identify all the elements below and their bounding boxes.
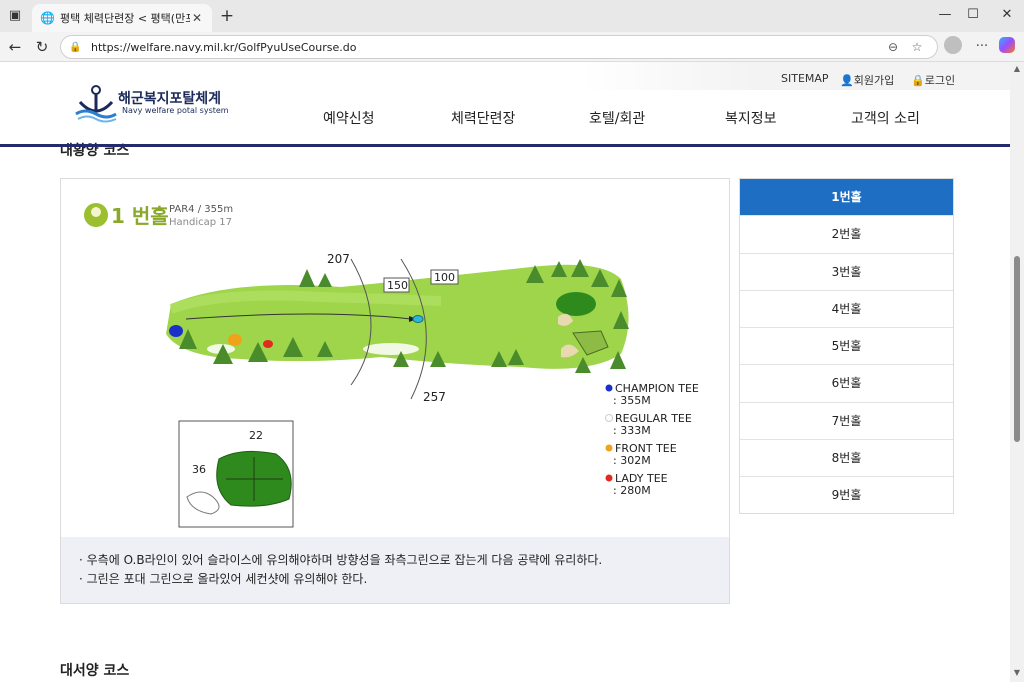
header-divider [0,144,1010,147]
legend-lady-dist: : 280M [613,484,651,497]
legend-front-dist: : 302M [613,454,651,467]
page-scrollbar[interactable]: ▲ ▼ [1010,62,1024,682]
back-icon[interactable]: ← [5,37,25,57]
join-label: 회원가입 [853,74,895,87]
course-map-panel: 1 번홀 PAR4 / 355m Handicap 17 207 257 150… [60,178,730,604]
hole-selector: 1번홀 2번홀 3번홀 4번홀 5번홀 6번홀 7번홀 8번홀 9번홀 [739,178,954,514]
menu-customer-voice[interactable]: 고객의 소리 [851,108,920,128]
distance-207: 207 [327,252,350,266]
sitemap-link[interactable]: SITEMAP [781,72,829,85]
tab-title: 평택 체력단련장 < 평택(만포대) 골 [60,12,190,25]
logo-subtitle: Navy welfare potal system [122,106,229,115]
menu-welfare-info[interactable]: 복지정보 [725,108,777,128]
tab-actions-icon[interactable]: ▣ [6,7,24,25]
site-logo[interactable]: 해군복지포탈체계 Navy welfare potal system [74,80,234,126]
minimize-button[interactable]: — [930,4,960,26]
scroll-up-icon[interactable]: ▲ [1012,64,1022,74]
section-title-partial: 대황양 코스 [60,143,130,159]
scroll-thumb[interactable] [1014,256,1020,442]
menu-hotel[interactable]: 호텔/회관 [589,108,645,128]
legend-dot-regular [605,414,613,422]
tee-legend: CHAMPION TEE : 355M REGULAR TEE : 333M F… [605,382,699,497]
scroll-down-icon[interactable]: ▼ [1012,668,1022,678]
menu-reservation[interactable]: 예약신청 [323,108,375,128]
address-bar[interactable]: 🔒 https://welfare.navy.mil.kr/GolfPyuUse… [60,35,938,59]
target-marker [412,315,424,323]
next-section-title: 대서양 코스 [60,663,130,679]
page-content: SITEMAP 👤회원가입 🔒로그인 해군복지포탈체계 Navy welfare… [0,62,1010,682]
champion-tee-marker [169,325,183,337]
legend-dot-champion [605,384,613,392]
distance-257: 257 [423,390,446,404]
browser-chrome: ▣ 🌐 평택 체력단련장 < 평택(만포대) 골 ✕ + — ☐ ✕ ← ↻ 🔒… [0,0,1024,62]
note-line: · 우측에 O.B라인이 있어 슬라이스에 유의해야하며 방향성을 좌측그린으로… [79,553,603,567]
hole-tab-1[interactable]: 1번홀 [740,179,953,217]
tab-close-icon[interactable]: ✕ [190,11,204,25]
legend-dot-front [605,444,613,452]
green-detail: 22 36 [178,420,294,528]
navy-anchor-icon [75,85,117,123]
new-tab-button[interactable]: + [216,5,238,27]
putting-green [556,292,596,316]
legend-dot-lady [605,474,613,482]
legend-regular-dist: : 333M [613,424,651,437]
marker-150: 150 [387,279,408,292]
copilot-icon[interactable] [999,37,1015,53]
hole-tab-9[interactable]: 9번홀 [740,477,953,514]
address-row: ← ↻ 🔒 https://welfare.navy.mil.kr/GolfPy… [0,32,1024,62]
tab-bar: ▣ 🌐 평택 체력단련장 < 평택(만포대) 골 ✕ + — ☐ ✕ [0,0,1024,32]
person-icon: 👤 [840,74,854,87]
login-link[interactable]: 🔒로그인 [911,72,955,88]
join-link[interactable]: 👤회원가입 [840,72,894,88]
url-text[interactable]: https://welfare.navy.mil.kr/GolfPyuUseCo… [91,41,881,54]
hole-tab-7[interactable]: 7번홀 [740,403,953,441]
lock-icon: 🔒 [911,74,925,87]
refresh-icon[interactable]: ↻ [32,37,52,57]
reading-mode-icon[interactable]: ⊖ [881,40,905,54]
hole-tab-4[interactable]: 4번홀 [740,291,953,329]
green-left-number: 36 [192,463,206,476]
hole-number-label: 1 번홀 [111,204,169,228]
menu-golf[interactable]: 체력단련장 [451,108,515,128]
maximize-button[interactable]: ☐ [958,4,988,26]
note-line: · 그린은 포대 그린으로 올라있어 세컨샷에 유의해야 한다. [79,572,368,586]
browser-tab-active[interactable]: 🌐 평택 체력단련장 < 평택(만포대) 골 ✕ [32,4,212,32]
lady-tee-marker [263,340,273,348]
favorite-star-icon[interactable]: ☆ [905,40,929,54]
course-notes: · 우측에 O.B라인이 있어 슬라이스에 유의해야하며 방향성을 좌측그린으로… [61,537,729,603]
hole-map: 1 번홀 PAR4 / 355m Handicap 17 207 257 150… [84,203,699,528]
close-window-button[interactable]: ✕ [992,4,1022,26]
logo-title: 해군복지포탈체계 [118,91,222,107]
more-menu-icon[interactable]: ··· [972,37,992,57]
front-tee-marker [228,334,242,346]
handicap-line: Handicap 17 [169,217,232,228]
hole-tab-6[interactable]: 6번홀 [740,365,953,403]
hole-tab-2[interactable]: 2번홀 [740,216,953,254]
marker-100: 100 [434,271,455,284]
hole-tab-3[interactable]: 3번홀 [740,254,953,291]
hole-tab-8[interactable]: 8번홀 [740,440,953,478]
legend-champion-dist: : 355M [613,394,651,407]
site-info-icon[interactable]: 🔒 [69,42,83,53]
globe-icon: 🌐 [40,11,55,25]
hole-tab-5[interactable]: 5번홀 [740,328,953,366]
login-label: 로그인 [924,74,956,87]
green-top-number: 22 [249,429,263,442]
profile-avatar[interactable] [944,36,962,54]
par-line: PAR4 / 355m [169,204,233,215]
